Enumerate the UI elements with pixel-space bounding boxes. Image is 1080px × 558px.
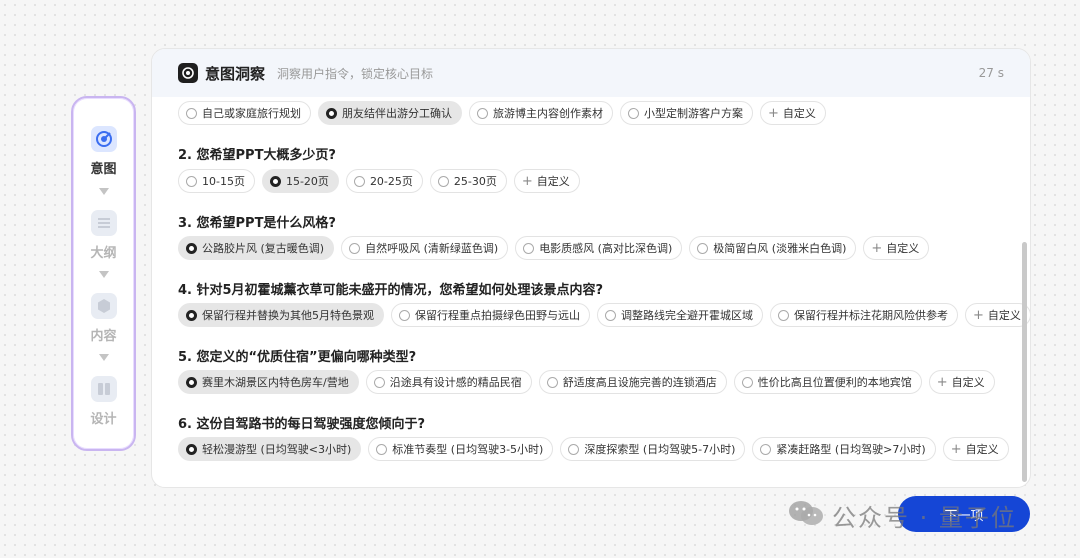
custom-option-button[interactable]: + 自定义: [513, 169, 580, 193]
step-content[interactable]: 内容: [73, 293, 134, 344]
step-design-label: 设计: [90, 412, 117, 427]
option[interactable]: 性价比高且位置便利的本地宾馆: [733, 370, 922, 394]
question-title: 5. 您定义的“优质住宿”更偏向哪种类型?: [178, 350, 417, 365]
chevron-down-icon: [99, 354, 109, 361]
custom-option-button[interactable]: + 自定义: [760, 101, 826, 125]
target-icon: [90, 126, 117, 152]
option[interactable]: 10-15页: [178, 169, 255, 193]
option-selected[interactable]: 赛里木湖景区内特色房车/营地: [178, 370, 359, 394]
option-selected[interactable]: 朋友结伴出游分工确认: [318, 101, 462, 125]
option[interactable]: 标准节奏型 (日均驾驶3-5小时): [368, 437, 554, 461]
step-intent[interactable]: 意图: [73, 126, 134, 177]
card-title: 意图洞察: [205, 64, 266, 83]
option[interactable]: 极简留白风 (淡雅米白色调): [689, 236, 857, 260]
option-selected[interactable]: 轻松漫游型 (日均驾驶<3小时): [178, 437, 362, 461]
question-5-options: 赛里木湖景区内特色房车/营地 沿途具有设计感的精品民宿 舒适度高且设施完善的连锁…: [178, 370, 995, 394]
option[interactable]: 保留行程并标注花期风险供参考: [770, 303, 958, 327]
option-selected[interactable]: 15-20页: [261, 169, 339, 193]
cube-icon: [90, 293, 117, 319]
step-design[interactable]: 设计: [73, 376, 134, 427]
question-1-options: 自己或家庭旅行规划 朋友结伴出游分工确认 旅游博主内容创作素材 小型定制游客户方…: [178, 101, 826, 125]
plus-icon: +: [973, 307, 984, 323]
step-outline[interactable]: 大纲: [73, 210, 134, 261]
question-3-options: 公路胶片风 (复古暖色调) 自然呼吸风 (清新绿蓝色调) 电影质感风 (高对比深…: [178, 236, 930, 260]
option-selected[interactable]: 公路胶片风 (复古暖色调): [178, 236, 335, 260]
option[interactable]: 小型定制游客户方案: [620, 101, 753, 125]
watermark: 公众号 · 量子位: [788, 498, 1017, 533]
plus-icon: +: [936, 374, 948, 390]
plus-icon: +: [521, 173, 533, 189]
chevron-down-icon: [99, 271, 109, 278]
plus-icon: +: [768, 105, 779, 121]
card-header: 意图洞察 洞察用户指令，锁定核心目标 27 s: [152, 49, 1030, 97]
option[interactable]: 25-30页: [429, 169, 507, 193]
chevron-down-icon: [99, 188, 109, 195]
target-icon: [178, 63, 198, 83]
option[interactable]: 旅游博主内容创作素材: [469, 101, 613, 125]
plus-icon: +: [950, 441, 962, 457]
intent-card: 意图洞察 洞察用户指令，锁定核心目标 27 s 自己或家庭旅行规划 朋友结伴出游…: [151, 48, 1031, 488]
custom-option-button[interactable]: + 自定义: [863, 236, 930, 260]
option[interactable]: 20-25页: [345, 169, 423, 193]
question-4-options: 保留行程并替换为其他5月特色景观 保留行程重点拍摄绿色田野与远山 调整路线完全避…: [178, 303, 1030, 327]
plus-icon: +: [871, 240, 883, 256]
question-title: 6. 这份自驾路书的每日驾驶强度您倾向于?: [178, 417, 426, 432]
option[interactable]: 调整路线完全避开霍城区域: [597, 303, 763, 327]
option[interactable]: 保留行程重点拍摄绿色田野与远山: [391, 303, 590, 327]
question-6-options: 轻松漫游型 (日均驾驶<3小时) 标准节奏型 (日均驾驶3-5小时) 深度探索型…: [178, 437, 1009, 461]
step-intent-label: 意图: [90, 162, 117, 177]
workflow-stepper: 意图 大纲 内容 设计: [71, 96, 136, 451]
custom-option-button[interactable]: + 自定义: [942, 437, 1009, 461]
watermark-text: 公众号 · 量子位: [832, 504, 1017, 532]
list-icon: [90, 210, 117, 236]
timer: 27 s: [978, 66, 1004, 80]
option[interactable]: 深度探索型 (日均驾驶5-7小时): [560, 437, 746, 461]
option-selected[interactable]: 保留行程并替换为其他5月特色景观: [178, 303, 384, 327]
wechat-icon: [788, 499, 824, 533]
option[interactable]: 电影质感风 (高对比深色调): [515, 236, 683, 260]
step-outline-label: 大纲: [90, 246, 117, 261]
option[interactable]: 自己或家庭旅行规划: [178, 101, 311, 125]
option[interactable]: 自然呼吸风 (清新绿蓝色调): [341, 236, 509, 260]
option[interactable]: 紧凑赶路型 (日均驾驶>7小时): [752, 437, 936, 461]
question-title: 3. 您希望PPT是什么风格?: [178, 216, 336, 231]
question-2-options: 10-15页 15-20页 20-25页 25-30页 + 自定义: [178, 169, 580, 193]
palette-icon: [90, 376, 117, 402]
question-title: 4. 针对5月初霍城薰衣草可能未盛开的情况，您希望如何处理该景点内容?: [178, 283, 604, 298]
option[interactable]: 沿途具有设计感的精品民宿: [365, 370, 532, 394]
step-content-label: 内容: [90, 329, 117, 344]
question-title: 2. 您希望PPT大概多少页?: [178, 148, 336, 163]
custom-option-button[interactable]: + 自定义: [928, 370, 995, 394]
scrollbar[interactable]: [1022, 242, 1027, 482]
card-subtitle: 洞察用户指令，锁定核心目标: [277, 66, 434, 81]
option[interactable]: 舒适度高且设施完善的连锁酒店: [538, 370, 727, 394]
